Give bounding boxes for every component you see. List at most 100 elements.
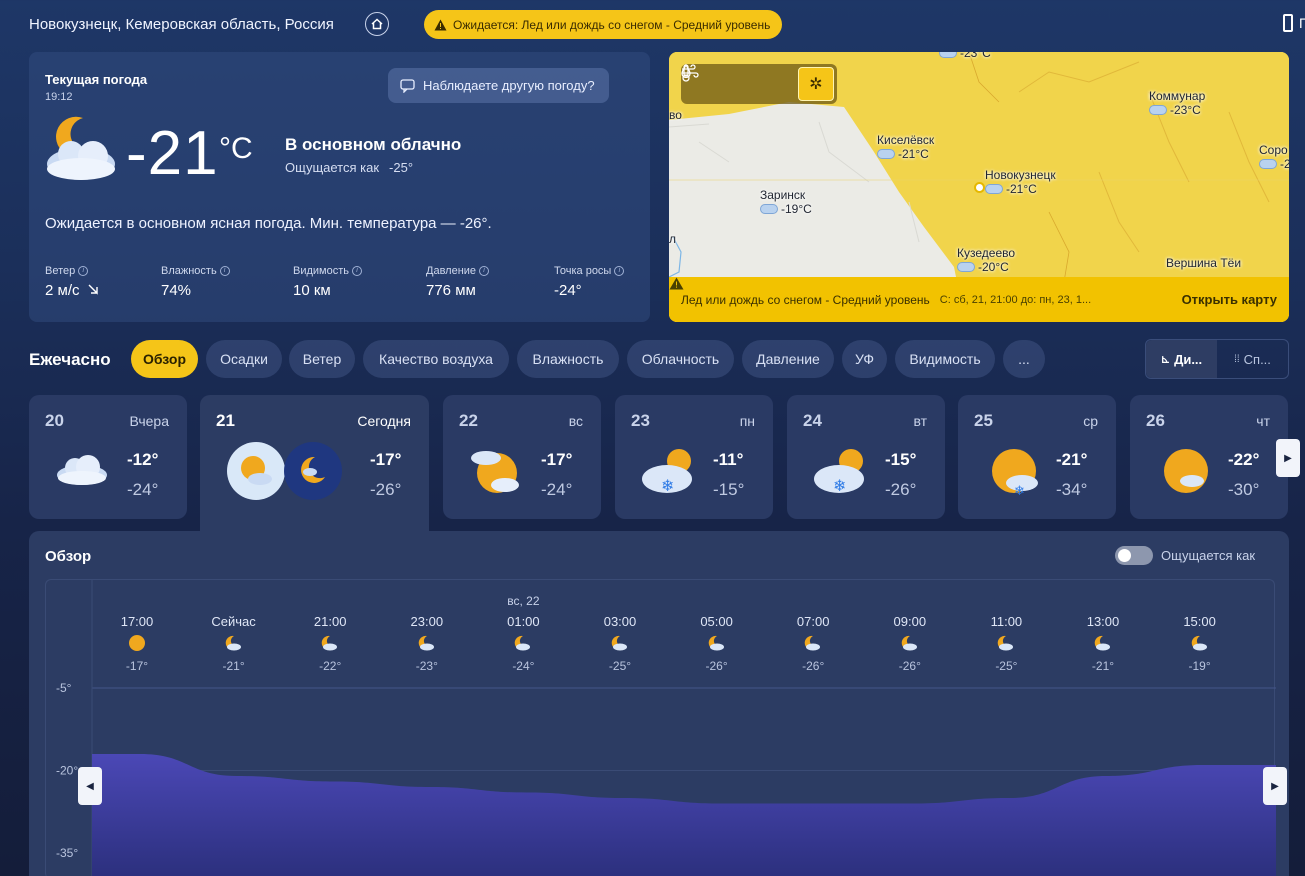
phone-icon[interactable] — [1283, 14, 1293, 32]
map-city[interactable]: Заринск -19°C — [760, 188, 812, 216]
wind-layer-button[interactable] — [682, 64, 796, 101]
moon-cloud-icon — [865, 633, 955, 653]
current-weather-title: Текущая погода — [45, 72, 148, 87]
hour-temp: -25° — [995, 659, 1018, 673]
tab-more[interactable]: ... — [1003, 340, 1045, 378]
info-icon[interactable]: i — [352, 266, 362, 276]
feels-like-toggle[interactable] — [1115, 546, 1153, 565]
stat-label: Видимость — [293, 265, 349, 277]
open-map-link[interactable]: Открыть карту — [1182, 292, 1277, 307]
moon-cloud-icon — [1058, 633, 1148, 653]
weather-alert-badge[interactable]: Ожидается: Лед или дождь со снегом - Сре… — [424, 10, 783, 39]
map-layer-toolbar: ✲ — [681, 64, 837, 104]
cloud-icon — [877, 149, 895, 159]
map-city[interactable]: Коммунар -23°C — [1149, 89, 1205, 117]
snow-ice-layer-button[interactable]: ✲ — [798, 67, 834, 101]
temperature-layer-button[interactable] — [682, 64, 758, 101]
list-icon: ⁞⁞ — [1234, 353, 1240, 365]
hour-column[interactable]: 11:00 -25° — [961, 614, 1051, 673]
info-icon[interactable]: i — [219, 266, 230, 276]
stat-label: Влажность — [161, 265, 217, 277]
hour-column[interactable]: 07:00 -26° — [768, 614, 858, 673]
map-city[interactable]: Киселёвск -21°C — [877, 133, 934, 161]
stat-dew-point[interactable]: Точка росы i -24° — [554, 265, 625, 299]
home-button[interactable] — [365, 12, 389, 36]
stat-wind[interactable]: Ветер i 2 м/с — [45, 265, 99, 299]
stat-humidity[interactable]: Влажность i 74% — [161, 265, 230, 299]
map-city[interactable]: л — [669, 232, 676, 246]
hour-time: 15:00 — [1183, 614, 1216, 629]
info-icon[interactable]: i — [479, 266, 490, 276]
day-card[interactable]: 20 Вчера -12° -24° — [29, 395, 187, 519]
hour-column[interactable]: 23:00 -23° — [382, 614, 472, 673]
hourly-chart: -5° -20° -35° вс, 22 17:00 -17° Сейчас -21° 21:… — [45, 579, 1276, 876]
report-weather-button[interactable]: Наблюдаете другую погоду? — [388, 68, 609, 103]
day-card[interactable]: 23 пн ❄ -11° -15° — [615, 395, 773, 519]
current-temperature: -21 — [126, 119, 219, 188]
cloud-icon — [957, 262, 975, 272]
stat-visibility[interactable]: Видимость i 10 км — [293, 265, 362, 299]
map-city[interactable]: Новокузнецк -21°C — [985, 168, 1056, 196]
day-card[interactable]: 22 вс -17° -24° — [443, 395, 601, 519]
tab-wind[interactable]: Ветер — [289, 340, 355, 378]
day-name: Вчера — [129, 413, 169, 429]
day-name: Сегодня — [357, 413, 411, 429]
hour-column[interactable]: 21:00 -22° — [285, 614, 375, 673]
wind-direction-icon — [88, 284, 98, 295]
stat-pressure[interactable]: Давление i 776 мм — [426, 265, 490, 299]
tab-precipitation[interactable]: Осадки — [206, 340, 282, 378]
hour-column[interactable]: 01:00 -24° — [478, 614, 568, 673]
feels-like: Ощущается как -25° — [285, 160, 413, 175]
day-name: вс — [568, 413, 583, 429]
overview-title: Обзор — [45, 548, 92, 565]
day-card[interactable]: 25 ср ❄ -21° -34° — [958, 395, 1116, 519]
map-city[interactable]: Кузедеево -20°C — [957, 246, 1015, 274]
day-card[interactable]: 26 чт -22° -30° — [1130, 395, 1288, 519]
day-card[interactable]: 24 вт ❄ -15° -26° — [787, 395, 945, 519]
tab-air-quality[interactable]: Качество воздуха — [363, 340, 509, 378]
map-city[interactable]: Вершина Тёи — [1166, 256, 1241, 270]
weather-map[interactable]: ✲ -23°C Коммунар -23°C Киселёвск -21°C Сор… — [669, 52, 1289, 322]
hour-column[interactable]: 09:00 -26° — [865, 614, 955, 673]
moon-cloud-icon — [285, 633, 375, 653]
current-condition: В основном облачно — [285, 135, 462, 154]
hour-time: 05:00 — [700, 614, 733, 629]
tab-overview[interactable]: Обзор — [131, 340, 198, 378]
hour-column[interactable]: 17:00 -17° — [92, 614, 182, 673]
chart-scroll-right-button[interactable]: ▶ — [1263, 767, 1287, 805]
y-axis-label: -35° — [56, 846, 78, 860]
hour-column[interactable]: 13:00 -21° — [1058, 614, 1148, 673]
alert-text: Ожидается: Лед или дождь со снегом - Сре… — [453, 17, 771, 32]
map-city[interactable]: Соро-23 — [1259, 143, 1289, 171]
chart-scroll-left-button[interactable]: ◀ — [78, 767, 102, 805]
current-weather-card: Текущая погода 19:12 Наблюдаете другую п… — [29, 52, 650, 322]
temperature-unit[interactable]: °C — [219, 132, 253, 166]
info-icon[interactable]: i — [614, 266, 625, 276]
tab-cloudiness[interactable]: Облачность — [627, 340, 734, 378]
hour-time: 07:00 — [796, 614, 830, 629]
map-warning-bar[interactable]: Лед или дождь со снегом - Средний уровен… — [669, 277, 1289, 322]
moon-cloud-icon — [768, 633, 858, 653]
tab-pressure[interactable]: Давление — [742, 340, 834, 378]
hour-column[interactable]: 03:00 -25° — [575, 614, 665, 673]
info-icon[interactable]: i — [78, 266, 89, 276]
tab-humidity[interactable]: Влажность — [517, 340, 619, 378]
chevron-left-icon: ◀ — [86, 780, 94, 792]
hour-temp: -21° — [1091, 659, 1115, 673]
list-view-button[interactable]: ⁞⁞ Сп... — [1217, 340, 1288, 378]
next-days-button[interactable]: ▶ — [1276, 439, 1300, 477]
snowflake-icon: ✲ — [809, 76, 823, 93]
map-city[interactable]: -23°C — [939, 52, 991, 60]
stat-value: 74% — [161, 282, 192, 299]
tab-visibility[interactable]: Видимость — [895, 340, 995, 378]
chart-view-button[interactable]: ⊾ Ди... — [1146, 340, 1217, 378]
day-card-selected[interactable]: 21 Сегодня -17° -26° — [200, 395, 429, 535]
tab-uv[interactable]: УФ — [842, 340, 887, 378]
hour-column[interactable]: 05:00 -26° — [672, 614, 762, 673]
phone-label[interactable]: П — [1299, 15, 1305, 31]
hour-column[interactable]: 15:00 -19° — [1155, 614, 1245, 673]
hour-column[interactable]: Сейчас -21° — [189, 614, 279, 673]
map-city[interactable]: во — [669, 108, 682, 122]
day-number: 24 — [803, 411, 822, 430]
feels-like-label: Ощущается как — [285, 160, 380, 175]
